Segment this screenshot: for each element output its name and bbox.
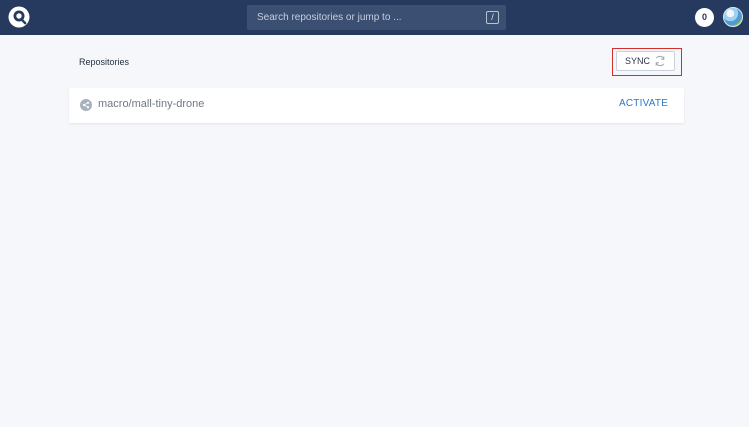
- repository-name[interactable]: macro/mall-tiny-drone: [98, 98, 204, 110]
- topbar: / 0: [0, 0, 749, 35]
- repository-share-icon: [80, 99, 92, 111]
- search-box[interactable]: [247, 5, 506, 30]
- activate-button[interactable]: ACTIVATE: [619, 98, 668, 109]
- search-input[interactable]: [247, 5, 506, 30]
- refresh-icon: [655, 55, 665, 67]
- notification-count-badge[interactable]: 0: [695, 8, 714, 27]
- sync-button[interactable]: SYNC: [616, 51, 675, 71]
- app-logo-icon[interactable]: [8, 6, 30, 28]
- user-avatar[interactable]: [723, 7, 743, 27]
- sync-button-label: SYNC: [624, 56, 650, 66]
- search-shortcut-key: /: [486, 11, 499, 24]
- repository-row: macro/mall-tiny-drone ACTIVATE: [69, 88, 684, 123]
- page-title: Repositories: [79, 57, 130, 67]
